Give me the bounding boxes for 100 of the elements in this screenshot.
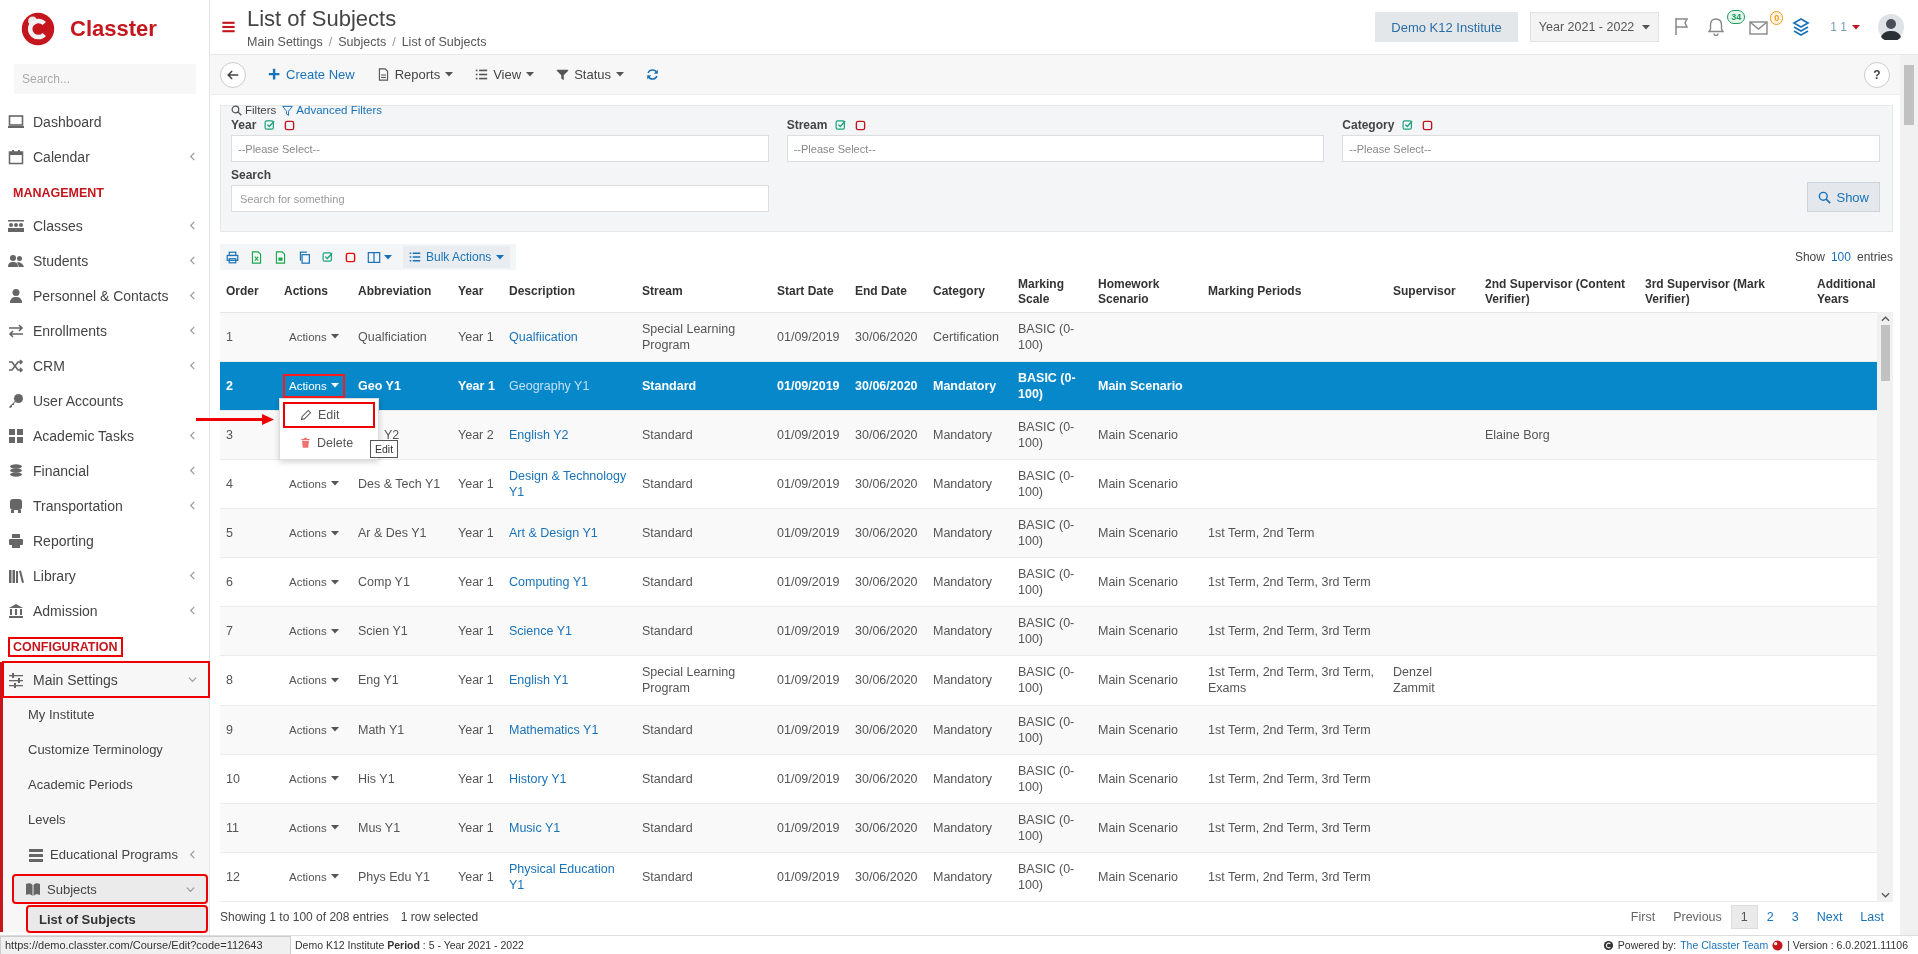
- actions-button[interactable]: Actions: [284, 816, 344, 839]
- page-link[interactable]: Previous: [1664, 905, 1731, 929]
- column-header[interactable]: Description: [503, 272, 636, 312]
- table-row[interactable]: 8 Actions Eng Y1 Year 1 English Y1 Special Learning Program 01/09/2019 30/06/2020 Mandatory BASIC (0-100) Main Scenario 1st Term, 2nd Term, 3rd Term, Exams Denzel Zammit: [220, 655, 1877, 705]
- subject-link[interactable]: Design & Technology Y1: [509, 467, 630, 500]
- show-button[interactable]: Show: [1807, 182, 1880, 212]
- column-header[interactable]: Stream: [636, 272, 771, 312]
- subject-link[interactable]: Mathematics Y1: [509, 721, 599, 738]
- filters-tab[interactable]: Filters: [231, 104, 277, 116]
- back-button[interactable]: [220, 61, 246, 88]
- institute-button[interactable]: Demo K12 Institute: [1375, 12, 1518, 42]
- column-header[interactable]: Category: [927, 272, 1012, 312]
- nav-item[interactable]: Admission: [0, 593, 209, 628]
- table-row[interactable]: 2 Actions Geo Y1 Year 1 Geography Y1 Standard 01/09/2019 30/06/2020 Mandatory BASIC (0-100) Main Scenario: [220, 361, 1877, 411]
- page-link[interactable]: 1: [1730, 905, 1758, 929]
- search-field[interactable]: Search for something: [231, 185, 769, 212]
- toolbar-button[interactable]: Status: [556, 67, 624, 82]
- team-link[interactable]: The Classter Team: [1680, 939, 1769, 951]
- nav-item[interactable]: CRM: [0, 348, 209, 383]
- search-field[interactable]: Search...: [14, 64, 196, 94]
- nav-item[interactable]: Personnel & Contacts: [0, 278, 209, 313]
- nav-item[interactable]: Calendar: [0, 139, 209, 174]
- subject-link[interactable]: Science Y1: [509, 623, 572, 640]
- toolbar-button[interactable]: Reports: [376, 67, 454, 82]
- column-header[interactable]: Order: [220, 272, 278, 312]
- column-header[interactable]: Abbreviation: [352, 272, 452, 312]
- subject-link[interactable]: Computing Y1: [509, 574, 588, 591]
- nav-item[interactable]: Academic Tasks: [0, 418, 209, 453]
- select-field[interactable]: --Please Select--: [1342, 135, 1880, 162]
- nav-item[interactable]: Educational Programs: [3, 837, 209, 872]
- nav-item[interactable]: Customize Terminology: [3, 732, 209, 767]
- actions-button[interactable]: Actions: [284, 620, 344, 643]
- nav-item[interactable]: Subjects: [13, 875, 207, 903]
- nav-item[interactable]: Transportation: [0, 488, 209, 523]
- refresh-button[interactable]: [646, 68, 659, 81]
- page-link[interactable]: Last: [1851, 905, 1893, 929]
- column-header[interactable]: 3rd Supervisor (Mark Verifier): [1639, 272, 1811, 312]
- nav-item[interactable]: Levels: [3, 802, 209, 837]
- scrollbar-thumb[interactable]: [1904, 65, 1914, 125]
- nav-item[interactable]: Reporting: [0, 523, 209, 558]
- actions-button[interactable]: Actions: [284, 325, 344, 348]
- actions-button[interactable]: Actions: [284, 571, 344, 594]
- table-row[interactable]: 5 Actions Ar & Des Y1 Year 1 Art & Design Y1 Standard 01/09/2019 30/06/2020 Mandatory BASIC (0-100) Main Scenario 1st Term, 2nd Term: [220, 508, 1877, 558]
- table-row[interactable]: 6 Actions Comp Y1 Year 1 Computing Y1 Standard 01/09/2019 30/06/2020 Mandatory BASIC (0-100) Main Scenario 1st Term, 2nd Term, 3rd Term: [220, 557, 1877, 607]
- table-row[interactable]: 7 Actions Scien Y1 Year 1 Science Y1 Standard 01/09/2019 30/06/2020 Mandatory BASIC (0-100) Main Scenario 1st Term, 2nd Term, 3rd Term: [220, 606, 1877, 656]
- column-header[interactable]: Homework Scenario: [1092, 272, 1202, 312]
- nav-item[interactable]: Students: [0, 243, 209, 278]
- actions-button[interactable]: Actions: [284, 767, 344, 790]
- actions-button[interactable]: Actions: [284, 865, 344, 888]
- nav-item[interactable]: Classes: [0, 208, 209, 243]
- actions-button[interactable]: Actions: [284, 522, 344, 545]
- subject-link[interactable]: Music Y1: [509, 819, 561, 836]
- subject-link[interactable]: English Y2: [509, 426, 569, 443]
- subject-link[interactable]: Physical Education Y1: [509, 860, 630, 893]
- column-header[interactable]: Start Date: [771, 272, 849, 312]
- select-field[interactable]: --Please Select--: [786, 135, 1325, 162]
- column-header[interactable]: Marking Periods: [1202, 272, 1387, 312]
- column-header[interactable]: Additional Years: [1811, 272, 1877, 312]
- actions-button[interactable]: Actions: [284, 669, 344, 692]
- copy-button[interactable]: [298, 250, 311, 264]
- deselect-button[interactable]: [345, 251, 356, 263]
- table-row[interactable]: 11 Actions Mus Y1 Year 1 Music Y1 Standard 01/09/2019 30/06/2020 Mandatory BASIC (0-100) Main Scenario 1st Term, 2nd Term, 3rd Term: [220, 803, 1877, 853]
- column-header[interactable]: Actions: [278, 272, 352, 312]
- advanced-filters-link[interactable]: Advanced Filters: [282, 104, 382, 116]
- column-header[interactable]: Year: [452, 272, 503, 312]
- column-header[interactable]: Supervisor: [1387, 272, 1479, 312]
- columns-button[interactable]: [367, 250, 392, 264]
- breadcrumb-item[interactable]: Main Settings: [247, 34, 323, 49]
- nav-item[interactable]: Academic Periods: [3, 767, 209, 802]
- column-header[interactable]: Marking Scale: [1012, 272, 1092, 312]
- year-select[interactable]: Year 2021 - 2022: [1529, 12, 1660, 42]
- table-row[interactable]: 10 Actions His Y1 Year 1 History Y1 Standard 01/09/2019 30/06/2020 Mandatory BASIC (0-100) Main Scenario 1st Term, 2nd Term, 3rd Term: [220, 754, 1877, 804]
- nav-item[interactable]: Financial: [0, 453, 209, 488]
- bulk-actions-button[interactable]: Bulk Actions: [403, 246, 511, 268]
- nav-item[interactable]: Dashboard: [0, 104, 209, 139]
- subject-link[interactable]: English Y1: [509, 672, 569, 689]
- page-size-select[interactable]: 100: [1830, 250, 1851, 264]
- table-row[interactable]: 12 Actions Phys Edu Y1 Year 1 Physical Education Y1 Standard 01/09/2019 30/06/2020 Mandatory BASIC (0-100) Main Scenario 1st Term, 2nd Term, 3rd Term: [220, 852, 1877, 902]
- scrollbar-thumb[interactable]: [1880, 325, 1890, 381]
- print-button[interactable]: [226, 250, 239, 264]
- nav-item[interactable]: List of Subjects: [27, 906, 207, 932]
- page-link[interactable]: Next: [1807, 905, 1852, 929]
- column-header[interactable]: End Date: [849, 272, 927, 312]
- page-link[interactable]: First: [1621, 905, 1665, 929]
- toolbar-button[interactable]: Create New: [268, 67, 355, 82]
- breadcrumb-item[interactable]: Subjects: [338, 34, 387, 49]
- actions-button[interactable]: Actions: [284, 472, 344, 495]
- toolbar-button[interactable]: View: [475, 67, 535, 82]
- nav-item[interactable]: Main Settings: [3, 662, 209, 697]
- actions-button[interactable]: Actions: [284, 718, 344, 741]
- excel-button[interactable]: [250, 250, 263, 264]
- subject-link[interactable]: History Y1: [509, 770, 567, 787]
- table-row[interactable]: 1 Actions Qualficiation Year 1 Qualfiication Special Learning Program 01/09/2019 30/06/2020 Certification BASIC (0-100): [220, 312, 1877, 362]
- nav-item[interactable]: User Accounts: [0, 383, 209, 418]
- subject-link[interactable]: Art & Design Y1: [509, 525, 598, 542]
- nav-item[interactable]: Library: [0, 558, 209, 593]
- select-field[interactable]: --Please Select--: [231, 135, 769, 162]
- subject-link[interactable]: Qualfiication: [509, 328, 578, 345]
- page-link[interactable]: 2: [1757, 905, 1783, 929]
- select-all-button[interactable]: [322, 251, 334, 263]
